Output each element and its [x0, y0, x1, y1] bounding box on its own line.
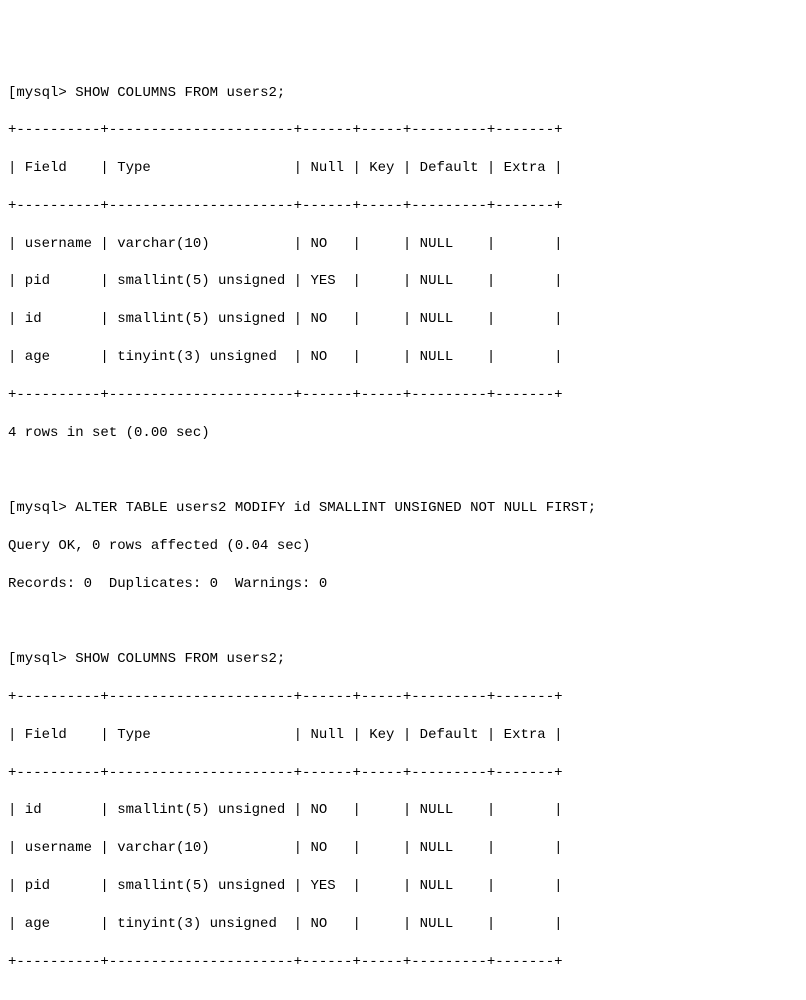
- table-border: +----------+----------------------+-----…: [8, 953, 798, 972]
- sql-command-1: SHOW COLUMNS FROM users2;: [75, 85, 285, 101]
- sql-command-3: SHOW COLUMNS FROM users2;: [75, 651, 285, 667]
- blank-line: [8, 990, 798, 1000]
- table-header: | Field | Type | Null | Key | Default | …: [8, 159, 798, 178]
- mysql-prompt: mysql>: [16, 651, 66, 667]
- query-ok-line: Query OK, 0 rows affected (0.04 sec): [8, 537, 798, 556]
- table-row: | username | varchar(10) | NO | | NULL |…: [8, 839, 798, 858]
- mysql-prompt: mysql>: [16, 85, 66, 101]
- table-border: +----------+----------------------+-----…: [8, 197, 798, 216]
- sql-command-2: ALTER TABLE users2 MODIFY id SMALLINT UN…: [75, 500, 596, 516]
- table-border: +----------+----------------------+-----…: [8, 764, 798, 783]
- result-footer: 4 rows in set (0.00 sec): [8, 424, 798, 443]
- table-border: +----------+----------------------+-----…: [8, 688, 798, 707]
- prompt-line-1[interactable]: [mysql> SHOW COLUMNS FROM users2;: [8, 84, 798, 103]
- blank-line: [8, 461, 798, 480]
- prompt-line-3[interactable]: [mysql> SHOW COLUMNS FROM users2;: [8, 650, 798, 669]
- blank-line: [8, 613, 798, 632]
- table-row: | pid | smallint(5) unsigned | YES | | N…: [8, 272, 798, 291]
- mysql-prompt: mysql>: [16, 500, 66, 516]
- table-border: +----------+----------------------+-----…: [8, 121, 798, 140]
- table-row: | pid | smallint(5) unsigned | YES | | N…: [8, 877, 798, 896]
- table-border: +----------+----------------------+-----…: [8, 386, 798, 405]
- table-row: | age | tinyint(3) unsigned | NO | | NUL…: [8, 348, 798, 367]
- table-header: | Field | Type | Null | Key | Default | …: [8, 726, 798, 745]
- records-line: Records: 0 Duplicates: 0 Warnings: 0: [8, 575, 798, 594]
- table-row: | age | tinyint(3) unsigned | NO | | NUL…: [8, 915, 798, 934]
- table-row: | id | smallint(5) unsigned | NO | | NUL…: [8, 801, 798, 820]
- table-row: | username | varchar(10) | NO | | NULL |…: [8, 235, 798, 254]
- prompt-line-2[interactable]: [mysql> ALTER TABLE users2 MODIFY id SMA…: [8, 499, 798, 518]
- table-row: | id | smallint(5) unsigned | NO | | NUL…: [8, 310, 798, 329]
